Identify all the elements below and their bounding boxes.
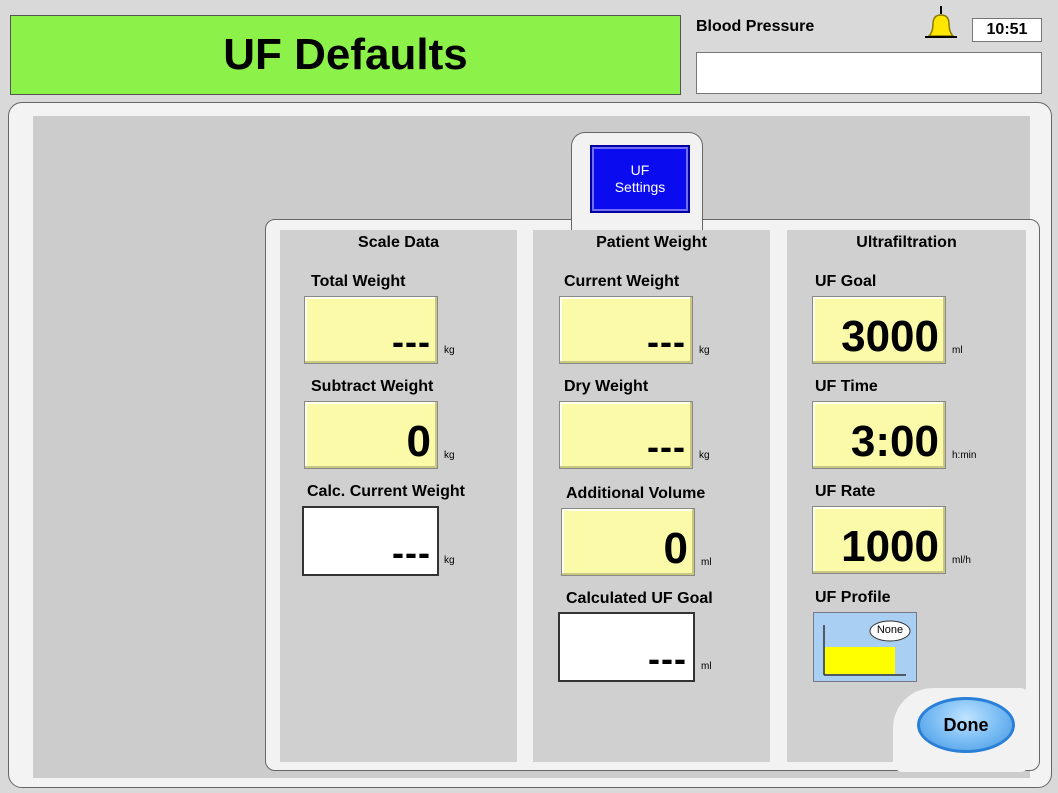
done-button[interactable]: Done	[917, 697, 1015, 753]
total-weight-field[interactable]: ---	[304, 296, 438, 364]
subtract-weight-unit: kg	[444, 450, 455, 461]
calc-current-weight-display: ---	[302, 506, 439, 576]
additional-volume-field[interactable]: 0	[561, 508, 695, 576]
current-weight-field[interactable]: ---	[559, 296, 693, 364]
clock-display: 10:51	[972, 18, 1042, 42]
uf-time-field[interactable]: 3:00	[812, 401, 946, 469]
total-weight-unit: kg	[444, 345, 455, 356]
additional-volume-label: Additional Volume	[566, 485, 706, 502]
total-weight-label: Total Weight	[311, 273, 406, 290]
tab-uf-settings[interactable]: UF Settings	[590, 145, 690, 213]
additional-volume-unit: ml	[701, 557, 712, 568]
subtract-weight-label: Subtract Weight	[311, 378, 434, 395]
tab-label-line1: UF	[630, 162, 650, 178]
ultrafiltration-title: Ultrafiltration	[856, 234, 957, 251]
uf-goal-label: UF Goal	[815, 273, 877, 290]
dry-weight-label: Dry Weight	[564, 378, 649, 395]
dry-weight-unit: kg	[699, 450, 710, 461]
uf-rate-unit: ml/h	[952, 555, 971, 566]
uf-profile-button[interactable]: None	[813, 612, 917, 682]
uf-profile-value: None	[876, 624, 904, 636]
tab-label-line2: Settings	[614, 179, 666, 195]
uf-goal-unit: ml	[952, 345, 963, 356]
calculated-uf-goal-label: Calculated UF Goal	[566, 590, 713, 607]
uf-time-label: UF Time	[815, 378, 878, 395]
uf-time-unit: h:min	[952, 450, 977, 461]
blood-pressure-label: Blood Pressure	[696, 18, 815, 35]
calculated-uf-goal-display: ---	[558, 612, 695, 682]
uf-rate-label: UF Rate	[815, 483, 876, 500]
current-weight-label: Current Weight	[564, 273, 680, 290]
blood-pressure-display[interactable]	[696, 52, 1042, 94]
uf-profile-label: UF Profile	[815, 589, 891, 606]
uf-goal-field[interactable]: 3000	[812, 296, 946, 364]
calc-current-weight-unit: kg	[444, 555, 455, 566]
bell-icon[interactable]	[924, 6, 958, 44]
current-weight-unit: kg	[699, 345, 710, 356]
calculated-uf-goal-unit: ml	[701, 661, 712, 672]
dry-weight-field[interactable]: ---	[559, 401, 693, 469]
subtract-weight-field[interactable]: 0	[304, 401, 438, 469]
patient-weight-title: Patient Weight	[596, 234, 707, 251]
page-title: UF Defaults	[10, 15, 681, 95]
scale-data-title: Scale Data	[358, 234, 439, 251]
calc-current-weight-label: Calc. Current Weight	[307, 483, 465, 500]
uf-rate-field[interactable]: 1000	[812, 506, 946, 574]
